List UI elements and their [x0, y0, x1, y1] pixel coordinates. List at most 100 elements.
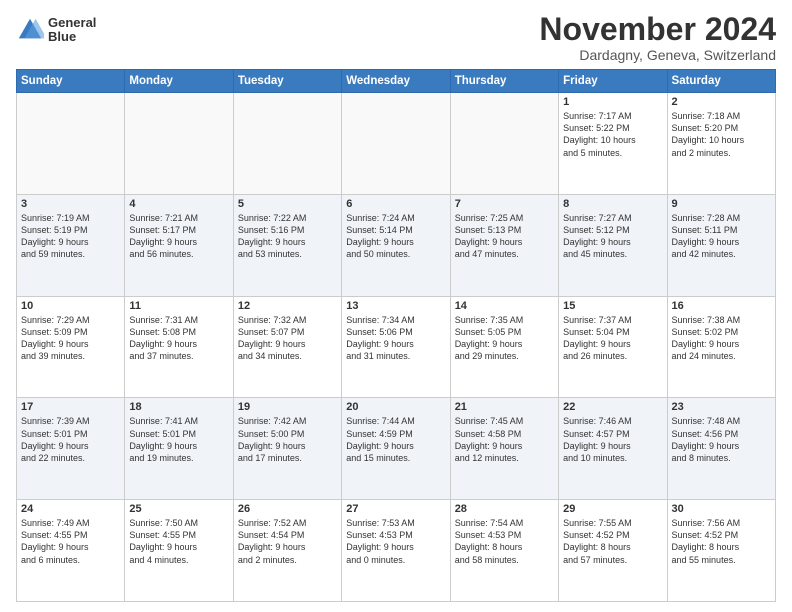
- day-cell-29: 29 Sunrise: 7:55 AM Sunset: 4:52 PM Dayli…: [559, 500, 667, 602]
- day-info: Sunrise: 7:28 AM Sunset: 5:11 PM Dayligh…: [672, 212, 771, 261]
- day-info: Sunrise: 7:56 AM Sunset: 4:52 PM Dayligh…: [672, 517, 771, 566]
- logo-line2: Blue: [48, 30, 96, 44]
- day-info: Sunrise: 7:52 AM Sunset: 4:54 PM Dayligh…: [238, 517, 337, 566]
- day-number: 2: [672, 96, 771, 108]
- day-number: 27: [346, 503, 445, 515]
- day-cell-12: 12Sunrise: 7:32 AM Sunset: 5:07 PM Dayli…: [233, 296, 341, 398]
- day-info: Sunrise: 7:55 AM Sunset: 4:52 PM Dayligh…: [563, 517, 662, 566]
- day-cell-19: 19 Sunrise: 7:42 AM Sunset: 5:00 PM Dayli…: [233, 398, 341, 500]
- day-info: Sunrise: 7:22 AM Sunset: 5:16 PM Dayligh…: [238, 212, 337, 261]
- day-number: 21: [455, 401, 554, 413]
- day-info: Sunrise: 7:45 AM Sunset: 4:58 PM Dayligh…: [455, 415, 554, 464]
- day-number: 24: [21, 503, 120, 515]
- day-number: 6: [346, 198, 445, 210]
- week-row-1: 1Sunrise: 7:17 AM Sunset: 5:22 PM Daylig…: [17, 93, 776, 195]
- day-info: Sunrise: 7:53 AM Sunset: 4:53 PM Dayligh…: [346, 517, 445, 566]
- day-cell-28: 28Sunrise: 7:54 AM Sunset: 4:53 PM Dayli…: [450, 500, 558, 602]
- weekday-header-monday: Monday: [125, 70, 233, 93]
- day-info: Sunrise: 7:48 AM Sunset: 4:56 PM Dayligh…: [672, 415, 771, 464]
- day-cell-14: 14Sunrise: 7:35 AM Sunset: 5:05 PM Dayli…: [450, 296, 558, 398]
- logo-icon: [16, 16, 44, 44]
- day-info: Sunrise: 7:35 AM Sunset: 5:05 PM Dayligh…: [455, 314, 554, 363]
- day-info: Sunrise: 7:50 AM Sunset: 4:55 PM Dayligh…: [129, 517, 228, 566]
- day-number: 7: [455, 198, 554, 210]
- day-cell-2: 2 Sunrise: 7:18 AM Sunset: 5:20 PM Daylig…: [667, 93, 775, 195]
- day-number: 22: [563, 401, 662, 413]
- week-row-2: 3 Sunrise: 7:19 AM Sunset: 5:19 PM Daylig…: [17, 194, 776, 296]
- day-cell-16: 16 Sunrise: 7:38 AM Sunset: 5:02 PM Dayli…: [667, 296, 775, 398]
- day-info: Sunrise: 7:39 AM Sunset: 5:01 PM Dayligh…: [21, 415, 120, 464]
- day-cell-17: 17Sunrise: 7:39 AM Sunset: 5:01 PM Dayli…: [17, 398, 125, 500]
- day-info: Sunrise: 7:34 AM Sunset: 5:06 PM Dayligh…: [346, 314, 445, 363]
- day-cell-27: 27 Sunrise: 7:53 AM Sunset: 4:53 PM Dayli…: [342, 500, 450, 602]
- month-title: November 2024: [539, 12, 776, 47]
- weekday-header-sunday: Sunday: [17, 70, 125, 93]
- day-number: 16: [672, 300, 771, 312]
- title-block: November 2024 Dardagny, Geneva, Switzerl…: [539, 12, 776, 63]
- day-info: Sunrise: 7:27 AM Sunset: 5:12 PM Dayligh…: [563, 212, 662, 261]
- day-number: 11: [129, 300, 228, 312]
- day-cell-21: 21 Sunrise: 7:45 AM Sunset: 4:58 PM Dayli…: [450, 398, 558, 500]
- day-number: 23: [672, 401, 771, 413]
- day-info: Sunrise: 7:25 AM Sunset: 5:13 PM Dayligh…: [455, 212, 554, 261]
- day-info: Sunrise: 7:44 AM Sunset: 4:59 PM Dayligh…: [346, 415, 445, 464]
- empty-cell: [17, 93, 125, 195]
- day-number: 5: [238, 198, 337, 210]
- day-info: Sunrise: 7:24 AM Sunset: 5:14 PM Dayligh…: [346, 212, 445, 261]
- logo-line1: General: [48, 16, 96, 30]
- weekday-header-friday: Friday: [559, 70, 667, 93]
- day-cell-7: 7 Sunrise: 7:25 AM Sunset: 5:13 PM Daylig…: [450, 194, 558, 296]
- day-info: Sunrise: 7:32 AM Sunset: 5:07 PM Dayligh…: [238, 314, 337, 363]
- day-info: Sunrise: 7:49 AM Sunset: 4:55 PM Dayligh…: [21, 517, 120, 566]
- day-info: Sunrise: 7:42 AM Sunset: 5:00 PM Dayligh…: [238, 415, 337, 464]
- day-number: 19: [238, 401, 337, 413]
- day-number: 10: [21, 300, 120, 312]
- day-number: 26: [238, 503, 337, 515]
- week-row-3: 10 Sunrise: 7:29 AM Sunset: 5:09 PM Dayli…: [17, 296, 776, 398]
- day-number: 25: [129, 503, 228, 515]
- day-cell-1: 1Sunrise: 7:17 AM Sunset: 5:22 PM Daylig…: [559, 93, 667, 195]
- day-number: 28: [455, 503, 554, 515]
- day-info: Sunrise: 7:38 AM Sunset: 5:02 PM Dayligh…: [672, 314, 771, 363]
- day-cell-24: 24 Sunrise: 7:49 AM Sunset: 4:55 PM Dayli…: [17, 500, 125, 602]
- day-info: Sunrise: 7:18 AM Sunset: 5:20 PM Dayligh…: [672, 110, 771, 159]
- calendar: SundayMondayTuesdayWednesdayThursdayFrid…: [16, 69, 776, 602]
- day-number: 20: [346, 401, 445, 413]
- empty-cell: [450, 93, 558, 195]
- day-info: Sunrise: 7:37 AM Sunset: 5:04 PM Dayligh…: [563, 314, 662, 363]
- day-cell-8: 8 Sunrise: 7:27 AM Sunset: 5:12 PM Daylig…: [559, 194, 667, 296]
- location: Dardagny, Geneva, Switzerland: [539, 47, 776, 63]
- weekday-header-saturday: Saturday: [667, 70, 775, 93]
- day-info: Sunrise: 7:31 AM Sunset: 5:08 PM Dayligh…: [129, 314, 228, 363]
- weekday-header-row: SundayMondayTuesdayWednesdayThursdayFrid…: [17, 70, 776, 93]
- empty-cell: [125, 93, 233, 195]
- weekday-header-thursday: Thursday: [450, 70, 558, 93]
- day-info: Sunrise: 7:17 AM Sunset: 5:22 PM Dayligh…: [563, 110, 662, 159]
- weekday-header-tuesday: Tuesday: [233, 70, 341, 93]
- day-number: 29: [563, 503, 662, 515]
- day-cell-15: 15 Sunrise: 7:37 AM Sunset: 5:04 PM Dayli…: [559, 296, 667, 398]
- day-info: Sunrise: 7:19 AM Sunset: 5:19 PM Dayligh…: [21, 212, 120, 261]
- day-cell-4: 4Sunrise: 7:21 AM Sunset: 5:17 PM Daylig…: [125, 194, 233, 296]
- day-cell-20: 20 Sunrise: 7:44 AM Sunset: 4:59 PM Dayli…: [342, 398, 450, 500]
- day-number: 8: [563, 198, 662, 210]
- day-cell-18: 18Sunrise: 7:41 AM Sunset: 5:01 PM Dayli…: [125, 398, 233, 500]
- day-info: Sunrise: 7:29 AM Sunset: 5:09 PM Dayligh…: [21, 314, 120, 363]
- day-cell-22: 22 Sunrise: 7:46 AM Sunset: 4:57 PM Dayli…: [559, 398, 667, 500]
- day-cell-26: 26 Sunrise: 7:52 AM Sunset: 4:54 PM Dayli…: [233, 500, 341, 602]
- day-number: 3: [21, 198, 120, 210]
- day-cell-30: 30 Sunrise: 7:56 AM Sunset: 4:52 PM Dayli…: [667, 500, 775, 602]
- day-number: 9: [672, 198, 771, 210]
- day-number: 15: [563, 300, 662, 312]
- day-number: 30: [672, 503, 771, 515]
- week-row-4: 17Sunrise: 7:39 AM Sunset: 5:01 PM Dayli…: [17, 398, 776, 500]
- day-cell-23: 23 Sunrise: 7:48 AM Sunset: 4:56 PM Dayli…: [667, 398, 775, 500]
- logo: General Blue: [16, 16, 96, 45]
- day-info: Sunrise: 7:41 AM Sunset: 5:01 PM Dayligh…: [129, 415, 228, 464]
- day-cell-6: 6 Sunrise: 7:24 AM Sunset: 5:14 PM Daylig…: [342, 194, 450, 296]
- day-number: 13: [346, 300, 445, 312]
- logo-text: General Blue: [48, 16, 96, 45]
- header: General Blue November 2024 Dardagny, Gen…: [16, 12, 776, 63]
- weekday-header-wednesday: Wednesday: [342, 70, 450, 93]
- day-info: Sunrise: 7:46 AM Sunset: 4:57 PM Dayligh…: [563, 415, 662, 464]
